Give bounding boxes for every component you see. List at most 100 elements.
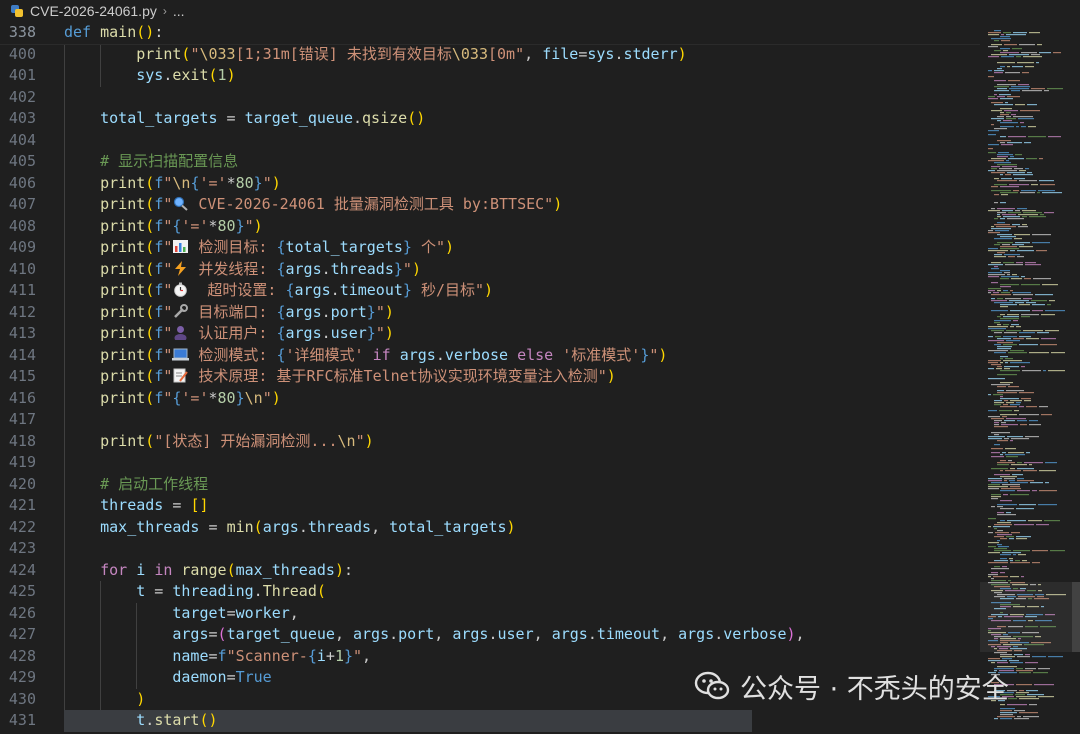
minimap-line xyxy=(1009,558,1013,560)
code-line[interactable]: 401 sys.exit(1) xyxy=(0,65,980,87)
sticky-scroll-line[interactable]: 338 def main(): xyxy=(0,22,980,45)
minimap-line xyxy=(988,368,994,370)
code-token: '=' xyxy=(181,216,209,235)
code-line[interactable]: 424 for i in range(max_threads): xyxy=(0,560,980,582)
code-token: ( xyxy=(145,367,155,385)
minimap-line xyxy=(1039,52,1051,54)
code-token: print xyxy=(100,302,146,321)
line-code: print(f" 技术原理: 基于RFC标准Telnet协议实现环境变量注入检测… xyxy=(64,366,616,388)
minimap-line xyxy=(1028,520,1042,522)
minimap-line xyxy=(1010,156,1014,158)
minimap-line xyxy=(1007,436,1023,438)
breadcrumb-file[interactable]: CVE-2026-24061.py xyxy=(30,3,157,19)
line-number: 402 xyxy=(8,87,36,106)
minimap-line xyxy=(1008,452,1024,454)
minimap-line xyxy=(1006,34,1026,36)
line-number: 411 xyxy=(8,281,36,299)
code-token: 认证用户: xyxy=(189,324,277,342)
minimap-line xyxy=(1005,174,1011,176)
minimap-line xyxy=(1021,276,1025,278)
code-line[interactable]: 425 t = threading.Thread( xyxy=(0,581,980,603)
watermark: 公众号 · 不秃头的安全 xyxy=(694,668,1009,705)
minimap-line xyxy=(1029,424,1041,426)
code-token: # 启动工作线程 xyxy=(100,474,209,493)
code-line[interactable]: 423 xyxy=(0,538,980,560)
code-token: 目标端口: xyxy=(189,302,277,321)
minimap-line xyxy=(1018,84,1029,86)
minimap-line xyxy=(1040,344,1057,346)
code-line[interactable]: 417 xyxy=(0,409,980,431)
minimap[interactable] xyxy=(980,22,1072,730)
minimap-line xyxy=(1011,324,1019,326)
code-line[interactable]: 412 print(f" 目标端口: {args.port}") xyxy=(0,302,980,324)
code-token: threads xyxy=(330,259,394,278)
code-line[interactable]: 421 threads = [] xyxy=(0,495,980,517)
minimap-line xyxy=(1010,326,1014,328)
code-editor[interactable]: 338 def main(): 400 print("\033[1;31m[错误] … xyxy=(0,22,980,732)
minimap-line xyxy=(1000,454,1003,456)
minimap-line xyxy=(1024,400,1031,402)
line-number: 417 xyxy=(8,410,36,428)
minimap-line xyxy=(1040,184,1055,186)
code-line[interactable]: 408 print(f"{'='*80}") xyxy=(0,216,980,238)
minimap-line xyxy=(997,208,1015,210)
minimap-line xyxy=(1003,216,1020,218)
code-line[interactable]: 400 print("\033[1;31m[错误] 未找到有效目标\033[0m… xyxy=(0,44,980,66)
wechat-icon xyxy=(694,671,730,701)
code-line[interactable]: 419 xyxy=(0,452,980,474)
minimap-line xyxy=(997,212,1006,214)
minimap-line xyxy=(1012,48,1022,50)
code-line[interactable]: 416 print(f"{'='*80}\n") xyxy=(0,388,980,410)
minimap-line xyxy=(1016,126,1019,128)
code-line[interactable]: 420 # 启动工作线程 xyxy=(0,474,980,496)
code-line[interactable]: 404 xyxy=(0,130,980,152)
minimap-line xyxy=(997,530,1003,532)
minimap-line xyxy=(1025,654,1030,656)
minimap-line xyxy=(1021,366,1025,368)
code-token: name xyxy=(172,646,209,665)
minimap-line xyxy=(1042,192,1062,194)
breadcrumb-symbol[interactable]: ... xyxy=(173,3,185,19)
code-token: ) xyxy=(445,238,455,256)
code-line[interactable]: 431 t.start() xyxy=(0,710,980,732)
minimap-line xyxy=(1025,668,1036,670)
code-token: \033 xyxy=(199,44,236,63)
code-line[interactable]: 428 name=f"Scanner-{i+1}", xyxy=(0,646,980,668)
line-code: print(f"\n{'='*80}") xyxy=(64,173,281,195)
code-line[interactable]: 405 # 显示扫描配置信息 xyxy=(0,151,980,173)
code-line[interactable]: 418 print("[状态] 开始漏洞检测...\n") xyxy=(0,431,980,453)
code-line[interactable]: 426 target=worker, xyxy=(0,603,980,625)
code-line[interactable]: 427 args=(target_queue, args.port, args.… xyxy=(0,624,980,646)
code-token: verbose xyxy=(444,345,509,364)
minimap-line xyxy=(997,464,1009,466)
code-line[interactable]: 402 xyxy=(0,87,980,109)
minimap-line xyxy=(994,718,998,720)
code-token: + xyxy=(325,646,335,665)
line-number: 425 xyxy=(8,582,36,600)
code-line[interactable]: 406 print(f"\n{'='*80}") xyxy=(0,173,980,195)
code-line[interactable]: 403 total_targets = target_queue.qsize() xyxy=(0,108,980,130)
minimap-line xyxy=(994,404,1001,406)
memo-emoji xyxy=(172,368,189,383)
scrollbar-thumb[interactable] xyxy=(1072,582,1080,652)
code-line[interactable]: 413 print(f" 认证用户: {args.user}") xyxy=(0,323,980,345)
code-token: args xyxy=(294,281,331,299)
minimap-line xyxy=(1016,402,1021,404)
code-line[interactable]: 407 print(f" CVE-2026-24061 批量漏洞检测工具 by:… xyxy=(0,194,980,216)
code-token: } xyxy=(253,173,263,192)
minimap-line xyxy=(988,394,991,396)
code-line[interactable]: 409 print(f" 检测目标: {total_targets} 个") xyxy=(0,237,980,259)
code-token: in xyxy=(154,560,173,579)
vertical-scrollbar[interactable] xyxy=(1072,22,1080,730)
code-line[interactable]: 411 print(f" 超时设置: {args.timeout} 秒/目标") xyxy=(0,280,980,302)
code-line[interactable]: 415 print(f" 技术原理: 基于RFC标准Telnet协议实现环境变量… xyxy=(0,366,980,388)
code-line[interactable]: 422 max_threads = min(args.threads, tota… xyxy=(0,517,980,539)
minimap-line xyxy=(1013,174,1033,176)
minimap-line xyxy=(1003,262,1014,264)
code-line[interactable]: 414 print(f" 检测模式: {'详细模式' if args.verbo… xyxy=(0,345,980,367)
code-line[interactable]: 410 print(f" 并发线程: {args.threads}") xyxy=(0,259,980,281)
